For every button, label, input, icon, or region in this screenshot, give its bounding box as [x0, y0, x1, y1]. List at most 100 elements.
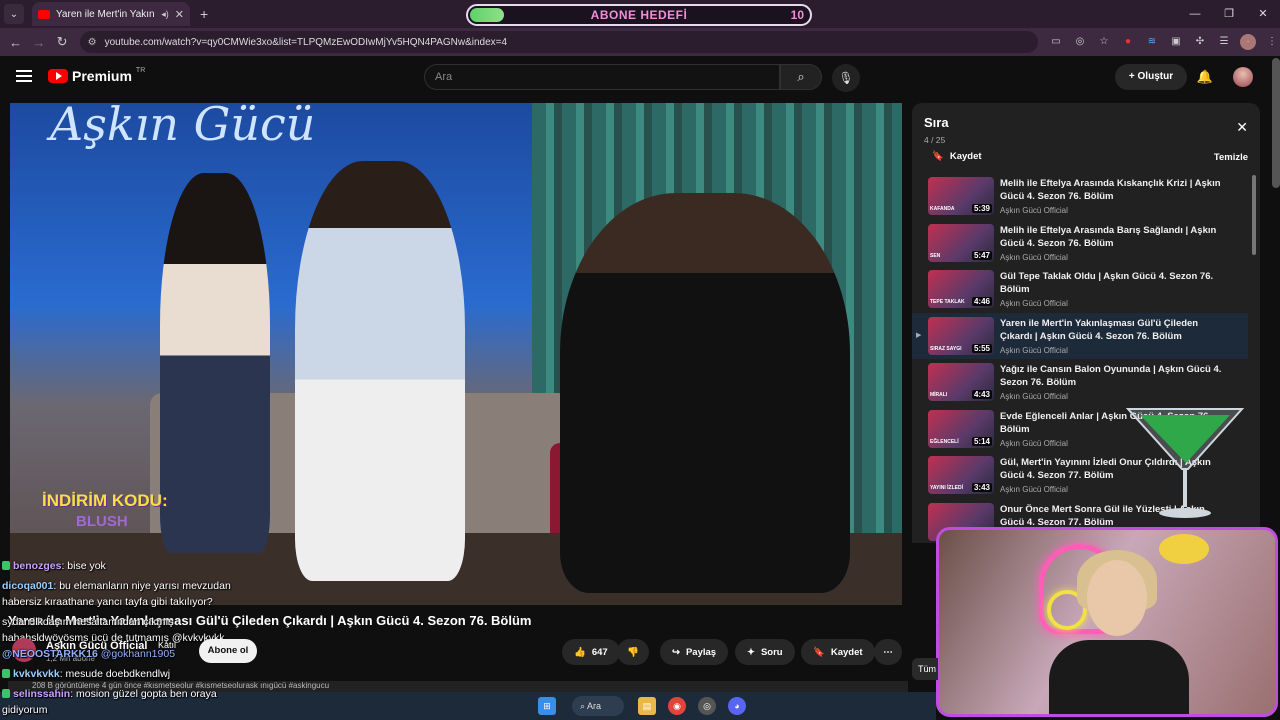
queue-save-label: Kaydet [949, 151, 982, 162]
create-button[interactable]: + Oluştur [1115, 64, 1187, 90]
video-thumbnail[interactable]: YAYINI İZLEDİ 3:43 [928, 456, 994, 494]
extension-box-icon[interactable]: ▣ [1168, 34, 1184, 50]
tab-search-icon[interactable]: ⌄ [4, 4, 24, 24]
chat-text: : mosion güzel gopta ben oraya [70, 688, 217, 700]
video-thumbnail[interactable]: MİRALI 4:43 [928, 363, 994, 401]
chat-text: : mesude doebdkendlwj [59, 668, 171, 680]
chat-message: gidiyorum [2, 704, 482, 716]
extension-red-icon[interactable]: ● [1120, 34, 1136, 50]
goal-count: 10 [790, 8, 804, 22]
search-input[interactable]: Ara [424, 64, 780, 90]
avatar[interactable] [1233, 67, 1253, 87]
queue-clear-button[interactable]: Temizle [1214, 152, 1248, 163]
microphone-icon[interactable]: 🎙 [832, 64, 860, 92]
share-icon: ↪ [672, 646, 680, 658]
reading-list-icon[interactable]: ☰ [1216, 34, 1232, 50]
cast-icon[interactable]: ▭ [1048, 34, 1064, 50]
streamer-body [1049, 640, 1189, 714]
youtube-logo[interactable]: Premium TR [48, 67, 145, 84]
like-button[interactable]: 👍 647 [562, 639, 620, 665]
queue-item[interactable]: ▶ SIRAZ SAYGI 5:55 Yaren ile Mert'in Yakınl… [912, 312, 1248, 359]
chat-user: @NEOOSTARKK16 [2, 648, 98, 660]
queue-item[interactable]: MİRALI 4:43 Yağız ile Cansın Balon Oyunund… [912, 359, 1248, 406]
person-right [560, 193, 850, 593]
chat-badge-icon [2, 689, 10, 698]
discord-icon[interactable]: ◕ [728, 697, 746, 715]
forward-icon[interactable]: → [27, 35, 50, 50]
windows-start-icon[interactable]: ⊞ [538, 697, 556, 715]
search-icon[interactable]: ⌕ [780, 64, 822, 90]
more-actions-icon[interactable]: ⋯ [874, 639, 902, 665]
eye-off-icon[interactable]: ◎ [1072, 34, 1088, 50]
person-left [160, 173, 270, 553]
youtube-header: Premium TR Ara ⌕ 🎙 + Oluştur 🔔 [0, 56, 1272, 100]
queue-item[interactable]: SEN 5:47 Melih ile Eftelya Arasında Barış … [912, 220, 1248, 267]
video-duration: 3:43 [971, 483, 992, 492]
taskbar-search[interactable]: ⌕ Ara [572, 696, 624, 716]
queue-save-button[interactable]: 🔖 Kaydet [932, 151, 982, 162]
restore-icon[interactable]: ❐ [1212, 0, 1246, 28]
extension-audio-icon[interactable]: ≋ [1144, 34, 1160, 50]
ask-button[interactable]: ✦ Soru [735, 639, 795, 665]
queue-item[interactable]: TEPE TAKLAK 4:46 Gül Tepe Taklak Oldu | Aş… [912, 266, 1248, 313]
video-thumbnail[interactable]: SEN 5:47 [928, 223, 994, 262]
dislike-button[interactable]: 👎 [617, 639, 649, 665]
bookmark-star-icon[interactable]: ☆ [1096, 34, 1112, 50]
url-field[interactable]: ⚙ youtube.com/watch?v=qy0CMWie3xo&list=T… [79, 31, 1038, 53]
back-icon[interactable]: ← [4, 35, 27, 50]
filter-chip-all[interactable]: Tüm [912, 658, 938, 680]
video-thumbnail[interactable]: EĞLENCELİ 5:14 [928, 409, 994, 448]
chat-text: : bise yok [61, 560, 106, 572]
queue-item[interactable]: KAFANDA 5:39 Melih ile Eftelya Arasında Kı… [912, 173, 1248, 220]
save-label: Kaydet [830, 646, 863, 658]
new-tab-icon[interactable]: + [200, 6, 208, 22]
taskbar-search-label: Ara [587, 701, 602, 711]
obs-icon[interactable]: ◎ [698, 697, 716, 715]
reload-icon[interactable]: ↻ [50, 34, 73, 50]
menu-icon[interactable] [16, 70, 32, 82]
queue-item-channel: Aşkın Gücü Official [1000, 299, 1068, 308]
menu-dots-icon[interactable]: ⋮ [1264, 34, 1280, 50]
thumbnail-text: KAFANDA [930, 206, 955, 212]
queue-item-title: Melih ile Eftelya Arasında Barış Sağland… [1000, 224, 1217, 249]
video-thumbnail[interactable]: SIRAZ SAYGI 5:55 [928, 316, 994, 355]
share-label: Paylaş [685, 646, 717, 658]
video-thumbnail[interactable]: TEPE TAKLAK 4:46 [928, 270, 994, 308]
chat-text: gidiyorum [2, 704, 48, 716]
extensions-puzzle-icon[interactable]: ✣ [1192, 34, 1208, 50]
profile-icon[interactable]: · [1239, 34, 1256, 50]
queue-item-meta: Gül Tepe Taklak Oldu | Aşkın Gücü 4. Sez… [1000, 266, 1230, 313]
site-info-icon[interactable]: ⚙ [88, 37, 97, 48]
chat-text: sydan ilkdaşım hesaltamndan çıkmış [2, 616, 174, 628]
page-scrollbar[interactable] [1272, 58, 1280, 188]
extensions: ▭ ◎ ☆ ● ≋ ▣ ✣ ☰ · ⋮ [1048, 34, 1280, 50]
thumbnail-text: SEN [930, 252, 941, 259]
close-icon[interactable]: ✕ [1236, 119, 1248, 136]
video-thumbnail[interactable]: KAFANDA 5:39 [928, 177, 994, 215]
thumbs-up-icon: 👍 [574, 646, 586, 658]
close-tab-icon[interactable]: ✕ [175, 8, 184, 21]
share-button[interactable]: ↪ Paylaş [660, 639, 729, 665]
queue-position: 4 / 25 [924, 135, 946, 145]
youtube-favicon-icon [38, 9, 50, 19]
thumbnail-text: EĞLENCELİ [930, 438, 959, 445]
show-logo-overlay: Aşkın Gücü [50, 103, 316, 151]
chat-badge-icon [2, 669, 10, 678]
video-player[interactable]: Aşkın Gücü İNDİRİM KODU: BLUSH [10, 103, 902, 605]
browser-tab[interactable]: Yaren ile Mert'in Yakınlaşma ◂) ✕ [32, 2, 190, 26]
queue-scrollbar[interactable] [1252, 175, 1256, 255]
chat-text: : bu elemanların niye yarısı mevzudan [53, 580, 231, 592]
thumbnail-text: MİRALI [930, 392, 948, 398]
file-explorer-icon[interactable]: ▤ [638, 697, 656, 715]
minimize-icon[interactable]: — [1178, 0, 1212, 28]
notifications-bell-icon[interactable]: 🔔 [1196, 66, 1214, 88]
chat-text: habersiz kıraathane yancı tayfa gibi tak… [2, 596, 213, 608]
video-duration: 5:14 [971, 436, 992, 446]
close-window-icon[interactable]: ✕ [1246, 0, 1280, 28]
chat-badge-icon [2, 561, 10, 570]
chrome-icon[interactable]: ◉ [668, 697, 686, 715]
chat-message: benozges: bise yok [2, 560, 482, 572]
tab-title: Yaren ile Mert'in Yakınlaşma [56, 8, 155, 20]
now-playing-icon: ▶ [916, 331, 922, 339]
save-button[interactable]: 🔖 Kaydet [801, 639, 875, 665]
